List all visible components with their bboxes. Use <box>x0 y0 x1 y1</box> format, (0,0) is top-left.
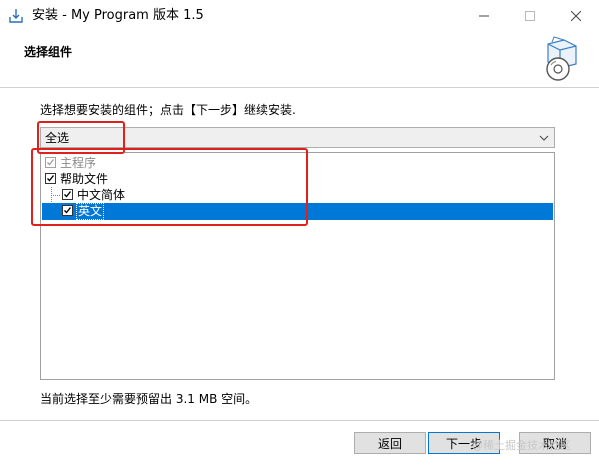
minimize-icon <box>479 15 489 17</box>
disk-space-text: 当前选择至少需要预留出 3.1 MB 空间。 <box>40 392 258 406</box>
back-button[interactable]: 返回 <box>354 432 426 454</box>
wizard-header <box>0 32 599 87</box>
window-title: 安装 - My Program 版本 1.5 <box>32 8 204 23</box>
close-icon <box>571 11 581 21</box>
maximize-button[interactable] <box>507 0 553 32</box>
annotation-box-tree <box>31 148 308 226</box>
minimize-button[interactable] <box>461 0 507 32</box>
chevron-down-icon <box>538 130 550 146</box>
footer-divider <box>0 420 599 421</box>
install-box-cd-icon <box>540 36 582 82</box>
watermark: @稀土掘金技术社区 <box>472 439 571 452</box>
maximize-icon <box>525 11 535 21</box>
header-divider <box>0 87 599 89</box>
instruction-text: 选择想要安装的组件；点击【下一步】继续安装. <box>40 103 296 117</box>
close-button[interactable] <box>553 0 599 32</box>
installer-app-icon <box>8 8 24 24</box>
page-title: 选择组件 <box>24 45 73 59</box>
